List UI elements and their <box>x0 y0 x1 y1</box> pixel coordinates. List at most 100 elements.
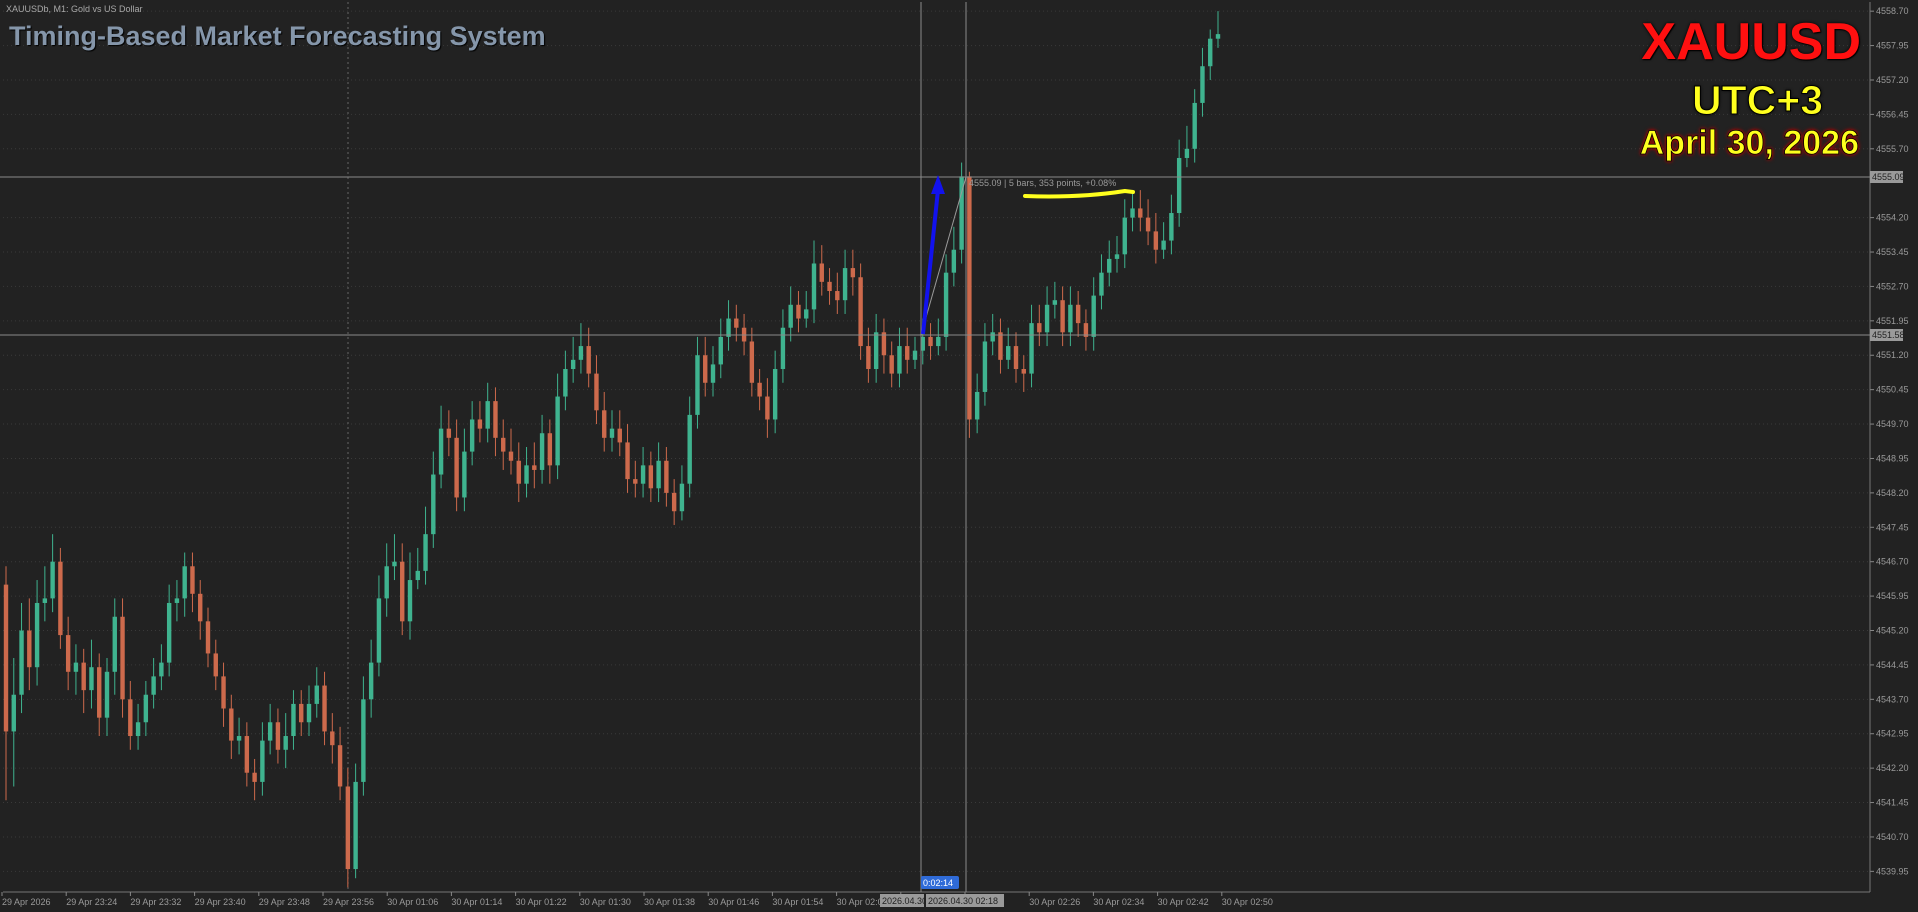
candle-bull <box>1122 217 1127 255</box>
candle-bear <box>1138 208 1143 218</box>
price-tick-label: 4555.70 <box>1876 144 1909 154</box>
candle-bear <box>205 621 211 654</box>
candle-bull <box>1169 213 1174 241</box>
candle-bull <box>570 359 576 370</box>
time-tick-label: 30 Apr 02:34 <box>1093 897 1144 907</box>
candle-bear <box>275 722 281 750</box>
candle-bear <box>516 460 521 484</box>
candle-bull <box>182 566 187 599</box>
candle-bull <box>539 433 545 470</box>
candle-bull <box>19 630 24 695</box>
candle-bull <box>772 369 778 420</box>
candle-bear <box>1013 346 1019 370</box>
price-tick-label: 4550.45 <box>1876 385 1909 395</box>
candle-bull <box>89 667 94 691</box>
candle-bear <box>128 699 133 737</box>
date-label: April 30, 2026 <box>1639 124 1859 163</box>
candle-bull <box>267 722 273 741</box>
candle-bear <box>602 410 607 438</box>
price-tick-label: 4543.70 <box>1876 694 1909 704</box>
time-tick-label: 29 Apr 23:40 <box>195 897 246 907</box>
candle-bull <box>143 694 149 723</box>
time-tick-label: 30 Apr 02:26 <box>1029 897 1080 907</box>
candle-bear <box>337 745 343 787</box>
candle-bull <box>656 460 661 489</box>
candle-bear <box>221 676 226 709</box>
price-chart[interactable]: 4558.70 4557.95 4557.20 4556.45 4555.70 4554.… <box>0 0 1918 912</box>
time-tick-label: 30 Apr 02:02 <box>837 897 888 907</box>
candle-bear <box>1153 231 1159 250</box>
candle-bull <box>788 304 793 328</box>
candle-bull <box>112 616 117 672</box>
crosshair-time-left: 2026.04.30 <box>882 896 927 906</box>
candle-bull <box>361 699 366 782</box>
time-tick-label: 30 Apr 01:38 <box>644 897 695 907</box>
candle-bull <box>368 662 374 700</box>
price-tick-label: 4542.20 <box>1876 763 1909 773</box>
time-tick-label: 29 Apr 2026 <box>2 897 51 907</box>
candle-bull <box>687 414 692 484</box>
candle-bear <box>213 653 218 677</box>
candle-bear <box>345 786 351 870</box>
price-tick-label: 4541.45 <box>1876 798 1909 808</box>
candle-bear <box>749 341 755 383</box>
candle-bear <box>229 708 234 741</box>
candle-bear <box>501 437 506 452</box>
candle-bear <box>633 479 638 484</box>
candle-bull <box>462 451 467 498</box>
candle-bear <box>819 263 824 282</box>
candle-bear <box>648 465 654 489</box>
candle-bull <box>1192 102 1197 149</box>
candle-bull <box>1044 304 1050 333</box>
candle-bear <box>734 318 739 328</box>
time-tick-label: 29 Apr 23:56 <box>323 897 374 907</box>
price-tick-label: 4549.70 <box>1876 419 1909 429</box>
candle-bull <box>174 598 180 603</box>
price-tick-label: 4557.95 <box>1876 41 1909 51</box>
chart-info-label: XAUUSDb, M1: Gold vs US Dollar <box>6 4 143 14</box>
candle-bull <box>159 662 164 677</box>
candle-bull <box>166 602 172 663</box>
price-tick-label: 4548.95 <box>1876 453 1909 463</box>
candle-bear <box>120 616 125 700</box>
candle-bear <box>703 355 708 383</box>
price-tick-label: 4551.95 <box>1876 316 1909 326</box>
candle-bull <box>11 694 16 732</box>
candle-bear <box>446 428 452 438</box>
candle-bull <box>236 736 242 741</box>
candle-bull <box>609 428 615 438</box>
candle-bull <box>384 566 389 599</box>
candle-bull <box>135 722 141 737</box>
candle-bear <box>27 630 32 668</box>
time-tick-label: 29 Apr 23:48 <box>259 897 310 907</box>
candle-bear <box>198 593 203 622</box>
candle-bull <box>936 336 941 347</box>
time-tick-label: 29 Apr 23:24 <box>66 897 117 907</box>
candle-bull <box>469 419 475 452</box>
candle-bull <box>811 263 817 310</box>
candle-bull <box>1052 300 1058 305</box>
candle-bull <box>1208 38 1213 67</box>
candle-bear <box>928 336 933 347</box>
candle-bull <box>1161 240 1166 250</box>
candle-bull <box>695 355 700 415</box>
candle-bear <box>796 304 801 319</box>
candle-bear <box>827 281 832 292</box>
candle-bull <box>804 309 809 319</box>
time-tick-label: 30 Apr 02:42 <box>1158 897 1209 907</box>
candle-bull <box>710 364 716 383</box>
time-tick-label: 30 Apr 02:50 <box>1222 897 1273 907</box>
candle-bear <box>81 662 86 691</box>
candle-bear <box>252 772 257 782</box>
price-tick-label: 4556.45 <box>1876 109 1909 119</box>
candle-bull <box>726 318 731 337</box>
candle-bear <box>835 291 840 301</box>
candle-bull <box>1029 323 1034 374</box>
candle-bull <box>842 268 848 301</box>
candle-bull <box>679 483 685 512</box>
candle-bear <box>905 346 910 360</box>
candle-bull <box>415 570 420 581</box>
candle-bull <box>376 598 382 663</box>
candle-bull <box>951 249 957 273</box>
price-tick-label: 4547.45 <box>1876 522 1909 532</box>
